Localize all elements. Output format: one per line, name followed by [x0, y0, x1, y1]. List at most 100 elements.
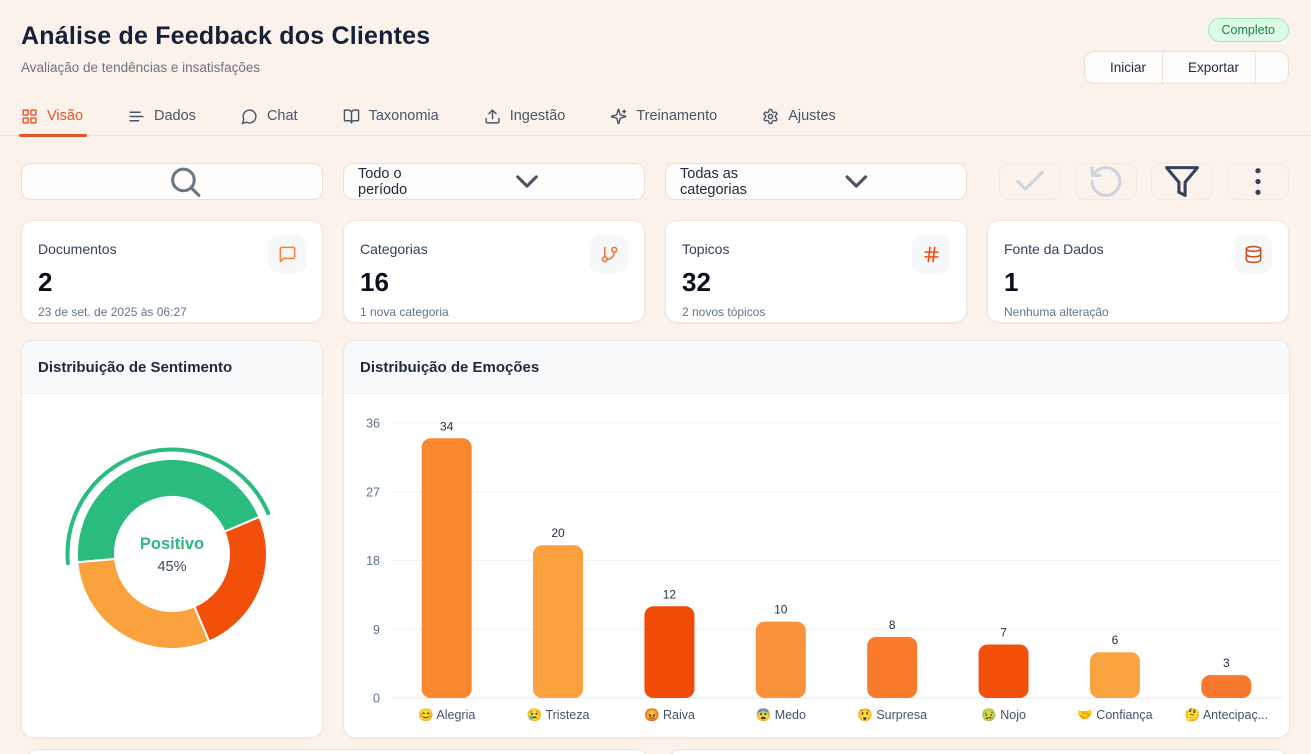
bar-category-label: 🤔 Antecipaç... — [1184, 708, 1268, 722]
hash-icon — [922, 245, 941, 264]
bar-value-label: 10 — [774, 603, 788, 617]
search-icon — [34, 163, 336, 200]
stat-label: Fonte da Dados — [1004, 235, 1104, 257]
category-select-value: Todas as categorias — [680, 166, 761, 198]
emotions-bar-chart[interactable]: 0918273634😊 Alegria20😢 Tristeza12😡 Raiva… — [344, 394, 1289, 738]
stat-note: 1 nova categoria — [360, 305, 628, 319]
tab-label: Ajustes — [788, 108, 836, 124]
tab-label: Visão — [47, 108, 83, 124]
refresh-icon — [1082, 163, 1130, 200]
stat-card: Documentos 2 23 de set. de 2025 às 06:27 — [21, 220, 323, 323]
feedback-dashboard: Análise de Feedback dos Clientes Avaliaç… — [0, 0, 1311, 754]
stat-card: Topicos 32 2 novos tópicos — [665, 220, 967, 323]
tab-label: Dados — [154, 108, 196, 124]
export-button[interactable]: Exportar — [1162, 52, 1255, 83]
rows-icon — [128, 108, 145, 125]
grid-icon — [21, 108, 38, 125]
stat-note: 23 de set. de 2025 às 06:27 — [38, 305, 306, 319]
bar-value-label: 6 — [1112, 633, 1119, 647]
header-actions: Iniciar Exportar — [1084, 51, 1289, 84]
svg-text:9: 9 — [373, 623, 380, 637]
tab-ajustes[interactable]: Ajustes — [762, 99, 836, 135]
upload-icon — [484, 108, 501, 125]
bar-category-label: 😨 Medo — [756, 708, 806, 722]
bar-category-label: 😢 Tristeza — [527, 708, 590, 722]
bar-category-label: 😡 Raiva — [644, 708, 695, 722]
chevron-down-icon — [761, 163, 952, 200]
tab-label: Treinamento — [636, 108, 717, 124]
donut-center-value: 45% — [157, 559, 186, 575]
svg-text:27: 27 — [366, 485, 380, 499]
bar[interactable] — [644, 606, 694, 698]
filter-toolbar — [999, 163, 1289, 200]
sentiment-chart-title: Distribuição de Sentimento — [22, 341, 322, 394]
stat-label: Topicos — [682, 235, 729, 257]
svg-text:36: 36 — [366, 417, 380, 431]
page-title: Análise de Feedback dos Clientes — [21, 22, 430, 51]
chevron-down-icon — [424, 163, 630, 200]
tab-visao[interactable]: Visão — [21, 99, 83, 135]
bar-value-label: 7 — [1000, 626, 1007, 640]
donut-segment[interactable] — [194, 517, 267, 642]
bar[interactable] — [1090, 652, 1140, 698]
gear-icon — [762, 108, 779, 125]
tab-chat[interactable]: Chat — [241, 99, 298, 135]
tab-label: Ingestão — [510, 108, 566, 124]
bar[interactable] — [533, 545, 583, 698]
bar-value-label: 34 — [440, 419, 454, 433]
stat-value: 2 — [38, 267, 306, 298]
bar[interactable] — [1201, 675, 1251, 698]
page-subtitle: Avaliação de tendências e insatisfações — [21, 60, 260, 75]
branch-icon — [590, 235, 628, 273]
period-select[interactable]: Todo o período — [343, 163, 645, 200]
emotions-chart-title: Distribuição de Emoções — [344, 341, 1289, 394]
stat-label: Categorias — [360, 235, 428, 257]
filter-button[interactable] — [1151, 163, 1213, 200]
tab-treinamento[interactable]: Treinamento — [610, 99, 717, 135]
start-button[interactable]: Iniciar — [1085, 52, 1162, 83]
bar[interactable] — [422, 438, 472, 698]
tab-dados[interactable]: Dados — [128, 99, 196, 135]
tab-bar: Visão Dados Chat Taxonomia Ingestão Treinamen… — [0, 99, 1311, 136]
bar-value-label: 20 — [551, 526, 565, 540]
donut-segment[interactable] — [77, 559, 209, 649]
sentiment-chart-card: Distribuição de Sentimento Positivo 45% — [21, 340, 323, 738]
database-icon — [1234, 235, 1272, 273]
more-actions-button[interactable] — [1255, 52, 1288, 83]
confirm-button[interactable] — [999, 163, 1061, 200]
bar-value-label: 3 — [1223, 656, 1230, 670]
funnel-icon — [1158, 163, 1206, 200]
bar-category-label: 🤝 Confiança — [1077, 708, 1152, 722]
bar[interactable] — [756, 622, 806, 698]
bar[interactable] — [867, 637, 917, 698]
svg-text:18: 18 — [366, 554, 380, 568]
stat-value: 1 — [1004, 267, 1272, 298]
chat-icon — [241, 108, 258, 125]
category-select[interactable]: Todas as categorias — [665, 163, 967, 200]
search-field[interactable] — [21, 163, 323, 200]
filter-bar: Todo o período Todas as categorias — [0, 163, 1311, 200]
stat-value: 32 — [682, 267, 950, 298]
tab-taxonomia[interactable]: Taxonomia — [343, 99, 439, 135]
tab-label: Taxonomia — [369, 108, 439, 124]
svg-text:0: 0 — [373, 692, 380, 706]
stat-note: Nenhuma alteração — [1004, 305, 1272, 319]
branch-icon — [600, 245, 619, 264]
message-icon — [278, 245, 297, 264]
donut-center-label: Positivo — [140, 535, 204, 553]
partial-card-right — [670, 749, 1286, 754]
period-select-value: Todo o período — [358, 166, 424, 198]
bar-value-label: 8 — [889, 618, 896, 632]
stat-label: Documentos — [38, 235, 117, 257]
more-button[interactable] — [1227, 163, 1289, 200]
stat-card: Fonte da Dados 1 Nenhuma alteração — [987, 220, 1289, 323]
bar-category-label: 😊 Alegria — [418, 708, 475, 722]
message-icon — [268, 235, 306, 273]
database-icon — [1244, 245, 1263, 264]
tab-ingestao[interactable]: Ingestão — [484, 99, 566, 135]
bar[interactable] — [979, 645, 1029, 699]
refresh-button[interactable] — [1075, 163, 1137, 200]
sentiment-chart-body: Positivo 45% — [22, 394, 322, 738]
bar-category-label: 🤢 Nojo — [981, 708, 1026, 722]
sentiment-donut-chart[interactable]: Positivo 45% — [22, 394, 322, 738]
